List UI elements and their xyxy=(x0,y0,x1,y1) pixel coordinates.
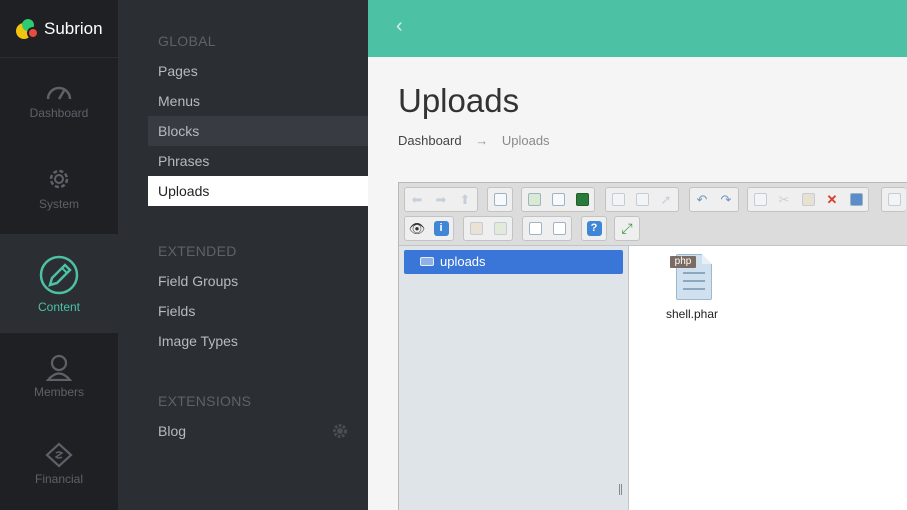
toolbar-fullscreen-group: ⤢ xyxy=(614,216,640,241)
forward-arrow-icon[interactable]: ➡ xyxy=(429,188,453,211)
blog-settings-gear-icon[interactable] xyxy=(332,423,348,439)
pencil-icon xyxy=(39,255,79,295)
toolbar-nav-group: ⬅ ➡ ⬆ xyxy=(404,187,478,212)
rail-item-financial[interactable]: Financial xyxy=(0,442,118,486)
submenu-item-menus[interactable]: Menus xyxy=(148,86,368,116)
tree-folder-uploads[interactable]: uploads xyxy=(404,250,623,274)
preview-eye-icon[interactable]: 👁 xyxy=(405,217,429,240)
collapse-back-icon[interactable]: ‹ xyxy=(396,15,403,38)
breadcrumb-separator: → xyxy=(475,133,489,148)
toolbar-extract-group xyxy=(463,216,513,241)
submenu-item-image-types[interactable]: Image Types xyxy=(148,326,368,356)
toolbar-create-group xyxy=(521,187,595,212)
open-icon[interactable] xyxy=(606,188,630,211)
rail-item-content[interactable]: Content xyxy=(0,234,118,333)
rail-item-system[interactable]: System xyxy=(0,165,118,211)
toolbar-view-group: 👁 i xyxy=(404,216,454,241)
breadcrumb: Dashboard → Uploads xyxy=(398,133,550,148)
select-pointer-icon[interactable]: ➚ xyxy=(654,188,678,211)
upload-icon[interactable] xyxy=(570,188,594,211)
breadcrumb-current: Uploads xyxy=(501,133,550,148)
info-icon[interactable]: i xyxy=(429,217,453,240)
toolbar-edit-group: ✂ ✕ xyxy=(747,187,869,212)
brand-name: Subrion xyxy=(44,18,103,38)
main-navigation-rail: Subrion Dashboard System Content Members xyxy=(0,0,118,510)
file-item[interactable]: php shell.phar xyxy=(660,254,724,321)
file-name: shell.phar xyxy=(665,307,719,321)
toolbar-file-group: ➚ xyxy=(605,187,679,212)
submenu-heading-global: GLOBAL xyxy=(158,33,216,49)
fullscreen-icon[interactable]: ⤢ xyxy=(615,217,639,240)
speedometer-icon xyxy=(46,86,72,100)
brand-logo[interactable]: Subrion xyxy=(0,0,118,58)
file-list-area: php shell.phar xyxy=(630,246,907,510)
rail-label-dashboard: Dashboard xyxy=(29,106,89,120)
archive-icon[interactable] xyxy=(488,217,512,240)
toolbar-layout-group xyxy=(522,216,572,241)
rail-label-members: Members xyxy=(33,385,84,399)
submenu-heading-extensions: EXTENSIONS xyxy=(158,393,252,409)
file-manager-toolbar: ⬅ ➡ ⬆ ➚ ↶ ↷ ✂ ✕ 👁 i ? ⤢ xyxy=(399,183,907,246)
tag-icon xyxy=(45,442,73,468)
undo-icon[interactable]: ↶ xyxy=(690,188,714,211)
delete-icon[interactable]: ✕ xyxy=(820,188,844,211)
new-folder-icon[interactable] xyxy=(522,188,546,211)
redo-icon[interactable]: ↷ xyxy=(714,188,738,211)
toolbar-help-group: ? xyxy=(581,216,607,241)
file-manager: ⬅ ➡ ⬆ ➚ ↶ ↷ ✂ ✕ 👁 i ? ⤢ uploads php shel… xyxy=(398,182,907,510)
submenu-item-uploads[interactable]: Uploads xyxy=(148,176,368,206)
toolbar-history-group: ↶ ↷ xyxy=(689,187,739,212)
list-view-icon[interactable] xyxy=(523,217,547,240)
empty-trash-icon[interactable] xyxy=(844,188,868,211)
back-arrow-icon[interactable]: ⬅ xyxy=(405,188,429,211)
tree-folder-label: uploads xyxy=(440,254,486,269)
submenu-heading-extended: EXTENDED xyxy=(158,243,237,259)
copy-icon[interactable] xyxy=(748,188,772,211)
rail-label-system: System xyxy=(38,197,79,211)
toolbar-reload-group xyxy=(487,187,513,212)
rail-label-content: Content xyxy=(37,300,81,314)
up-arrow-icon[interactable]: ⬆ xyxy=(453,188,477,211)
duplicate-icon[interactable] xyxy=(882,188,906,211)
rail-item-members[interactable]: Members xyxy=(0,353,118,399)
content-submenu: GLOBAL Pages Menus Blocks Phrases Upload… xyxy=(118,0,368,510)
help-icon[interactable]: ? xyxy=(582,217,606,240)
sort-az-icon[interactable] xyxy=(547,217,571,240)
reload-icon[interactable] xyxy=(488,188,512,211)
cut-icon[interactable]: ✂ xyxy=(772,188,796,211)
toolbar-more-group xyxy=(881,187,906,212)
submenu-item-blocks[interactable]: Blocks xyxy=(148,116,368,146)
drive-icon xyxy=(420,257,434,266)
new-file-icon[interactable] xyxy=(546,188,570,211)
folder-tree: uploads xyxy=(399,246,629,510)
submenu-item-pages[interactable]: Pages xyxy=(148,56,368,86)
top-bar: ‹ xyxy=(368,0,907,57)
breadcrumb-home-link[interactable]: Dashboard xyxy=(398,133,462,148)
submenu-item-phrases[interactable]: Phrases xyxy=(148,146,368,176)
paste-icon[interactable] xyxy=(796,188,820,211)
submenu-item-fields[interactable]: Fields xyxy=(148,296,368,326)
save-icon[interactable] xyxy=(630,188,654,211)
rail-label-financial: Financial xyxy=(34,472,84,486)
extract-icon[interactable] xyxy=(464,217,488,240)
user-icon xyxy=(45,354,73,381)
subrion-logo-icon xyxy=(16,17,40,41)
rail-item-dashboard[interactable]: Dashboard xyxy=(0,80,118,120)
page-title: Uploads xyxy=(398,82,520,119)
gear-icon xyxy=(49,169,69,189)
php-file-icon: php xyxy=(670,254,714,300)
panel-resize-handle[interactable] xyxy=(619,484,622,495)
submenu-item-field-groups[interactable]: Field Groups xyxy=(148,266,368,296)
file-type-badge: php xyxy=(670,256,696,268)
